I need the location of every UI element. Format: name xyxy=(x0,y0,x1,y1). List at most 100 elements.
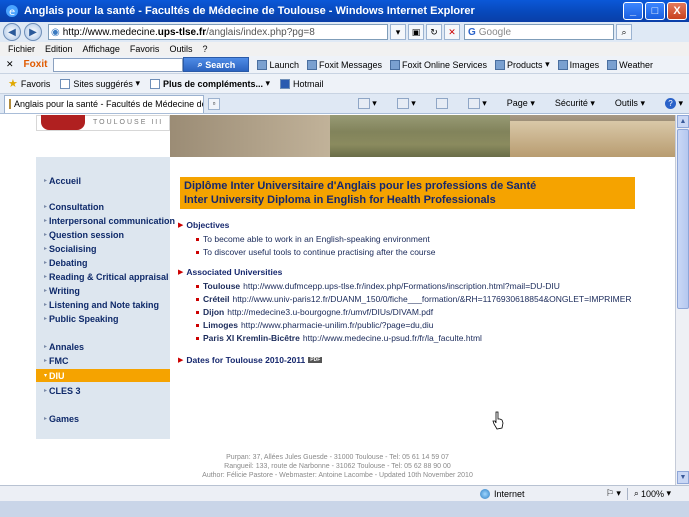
sidebar-item-listening[interactable]: ▸ Listening and Note taking xyxy=(36,298,170,311)
security-menu[interactable]: Sécurité ▾ xyxy=(545,98,595,109)
university-link-creteil[interactable]: Créteil http://www.univ-paris12.fr/DUANM_… xyxy=(196,294,632,304)
maximize-button[interactable]: □ xyxy=(645,2,665,20)
university-link-dijon[interactable]: Dijon http://medecine3.u-bourgogne.fr/umv… xyxy=(196,307,433,317)
help-button[interactable]: ? ▾ xyxy=(655,98,683,109)
foxit-messages[interactable]: Foxit Messages xyxy=(306,59,382,70)
launch-icon xyxy=(257,59,268,70)
mail-icon xyxy=(435,98,448,110)
sidebar-item-debating[interactable]: ▸ Debating xyxy=(36,256,170,269)
ie-icon: e xyxy=(6,5,18,18)
foxit-search-button[interactable]: ⌕ Search xyxy=(183,57,250,72)
foxit-search-input[interactable] xyxy=(53,57,184,72)
close-button[interactable]: X xyxy=(667,2,687,20)
university-name: Limoges xyxy=(203,320,238,330)
nav-label: Listening and Note taking xyxy=(49,299,160,310)
vertical-scrollbar[interactable]: ▲ ▼ xyxy=(675,115,689,485)
fav-hotmail-label: Hotmail xyxy=(293,78,324,89)
sidebar-item-writing[interactable]: ▸ Writing xyxy=(36,284,170,297)
objective-text: To become able to work in an English-spe… xyxy=(203,234,430,244)
home-button[interactable]: ▾ xyxy=(348,98,377,110)
new-tab-button[interactable]: ▫ xyxy=(208,97,220,110)
security-zone[interactable]: Internet xyxy=(480,488,525,499)
feeds-button[interactable]: ▾ xyxy=(387,98,416,110)
sidebar-item-games[interactable]: ▸ Games xyxy=(36,412,170,425)
sidebar-item-cles3[interactable]: ▸ CLES 3 xyxy=(36,384,170,397)
sidebar-item-consultation[interactable]: ▸ Consultation xyxy=(36,200,170,213)
university-link-paris-xi[interactable]: Paris XI Kremlin-Bicêtre http://www.medec… xyxy=(196,333,482,343)
foxit-weather[interactable]: Weather xyxy=(607,59,653,70)
foxit-products[interactable]: Products ▾ xyxy=(495,59,550,70)
url-input[interactable]: ◉ http://www.medecine. ups-tlse.fr/anglai… xyxy=(48,24,388,40)
scrollbar-thumb[interactable] xyxy=(677,129,689,309)
bullet-icon: ▸ xyxy=(44,316,48,322)
footer-rangueil: Rangueil: 133, route de Narbonne - 31062… xyxy=(224,463,451,470)
university-link-limoges[interactable]: Limoges http://www.pharmacie-unilim.fr/pu… xyxy=(196,320,434,330)
forward-button[interactable]: ▶ xyxy=(24,23,42,41)
arrow-right-icon: ▶ xyxy=(178,357,184,364)
bullet-icon: ▸ xyxy=(44,232,48,238)
sidebar-item-socialising[interactable]: ▸ Socialising xyxy=(36,242,170,255)
foxit-services-label: Foxit Online Services xyxy=(402,59,488,70)
page-title-en: Inter University Diploma in English for … xyxy=(184,194,496,206)
sidebar-item-fmc[interactable]: ▸ FMC xyxy=(36,354,170,367)
menu-outils[interactable]: Outils xyxy=(169,44,192,54)
menu-edition[interactable]: Edition xyxy=(45,44,73,54)
foxit-images[interactable]: Images xyxy=(557,59,599,70)
search-input[interactable]: G Google xyxy=(464,24,614,40)
fav-suggested-sites[interactable]: Sites suggérés ▾ xyxy=(60,78,140,89)
pdf-icon[interactable]: PDF xyxy=(308,357,323,363)
tab-bar: Anglais pour la santé - Facultés de Méde… xyxy=(0,94,689,114)
tools-menu[interactable]: Outils ▾ xyxy=(605,98,645,109)
stop-button[interactable]: ✕ xyxy=(444,24,460,40)
sidebar-item-diu[interactable]: ▾ DIU xyxy=(36,369,170,382)
bullet-icon: ▸ xyxy=(44,178,48,184)
fav-more-addons[interactable]: Plus de compléments... ▾ xyxy=(149,78,270,89)
search-button[interactable]: ⌕ xyxy=(616,24,632,40)
address-bar: ◀ ▶ ◉ http://www.medecine. ups-tlse.fr/an… xyxy=(0,22,689,42)
toolbar-close-icon[interactable]: ✕ xyxy=(6,59,14,70)
nav-label: Socialising xyxy=(49,243,97,254)
sidebar-item-public-speaking[interactable]: ▸ Public Speaking xyxy=(36,312,170,325)
universities-title: ▶ Associated Universities xyxy=(178,267,282,277)
dates-link[interactable]: ▶ Dates for Toulouse 2010-2011 PDF xyxy=(178,355,323,365)
zoom-control[interactable]: ⚐ ▾ ⌕ 100% ▾ xyxy=(606,487,671,500)
arrow-right-icon: ▶ xyxy=(178,269,184,276)
fav-hotmail[interactable]: Hotmail xyxy=(280,78,324,89)
page-menu[interactable]: Page ▾ xyxy=(497,98,535,109)
menu-bar: Fichier Edition Affichage Favoris Outils… xyxy=(0,42,689,56)
sidebar-item-accueil[interactable]: ▸ Accueil xyxy=(36,174,170,187)
sidebar-item-annales[interactable]: ▸ Annales xyxy=(36,340,170,353)
scroll-up-icon[interactable]: ▲ xyxy=(677,115,689,128)
print-button[interactable]: ▾ xyxy=(458,98,487,110)
university-link-toulouse[interactable]: Toulouse http://www.dufmcepp.ups-tlse.fr/… xyxy=(196,281,560,291)
page-footer: Purpan: 37, Allées Jules Guesde - 31000 … xyxy=(0,453,675,480)
favorites-bar: ★ Favoris Sites suggérés ▾ Plus de compl… xyxy=(0,74,689,94)
bullet-square-icon xyxy=(196,323,199,327)
page-menu-label: Page xyxy=(506,98,528,108)
menu-fichier[interactable]: Fichier xyxy=(8,44,35,54)
menu-affichage[interactable]: Affichage xyxy=(83,44,120,54)
refresh-button[interactable]: ↻ xyxy=(426,24,442,40)
mail-button[interactable] xyxy=(426,98,448,110)
foxit-launch[interactable]: Launch xyxy=(257,59,299,70)
menu-help[interactable]: ? xyxy=(202,44,207,54)
address-dropdown-button[interactable]: ▾ xyxy=(390,24,406,40)
back-button[interactable]: ◀ xyxy=(3,23,21,41)
foxit-online-services[interactable]: Foxit Online Services xyxy=(390,59,488,70)
favorites-button[interactable]: Favoris xyxy=(21,79,51,89)
minimize-button[interactable]: _ xyxy=(623,2,643,20)
arrow-right-icon: ▶ xyxy=(178,222,184,229)
compatibility-button[interactable]: ▣ xyxy=(408,24,424,40)
page-icon xyxy=(60,78,71,89)
menu-favoris[interactable]: Favoris xyxy=(130,44,160,54)
bullet-icon: ▸ xyxy=(44,388,48,394)
tab-active[interactable]: Anglais pour la santé - Facultés de Méde… xyxy=(4,94,204,113)
sidebar-item-interpersonal[interactable]: ▸ Interpersonal communication xyxy=(36,214,175,227)
sidebar-item-reading[interactable]: ▸ Reading & Critical appraisal xyxy=(36,270,170,283)
scroll-down-icon[interactable]: ▼ xyxy=(677,471,689,484)
fav-addons-label: Plus de compléments... xyxy=(162,78,263,89)
security-menu-label: Sécurité xyxy=(554,98,588,108)
refresh-icon: ↻ xyxy=(430,26,438,37)
bullet-square-icon xyxy=(196,284,199,288)
sidebar-item-question-session[interactable]: ▸ Question session xyxy=(36,228,170,241)
